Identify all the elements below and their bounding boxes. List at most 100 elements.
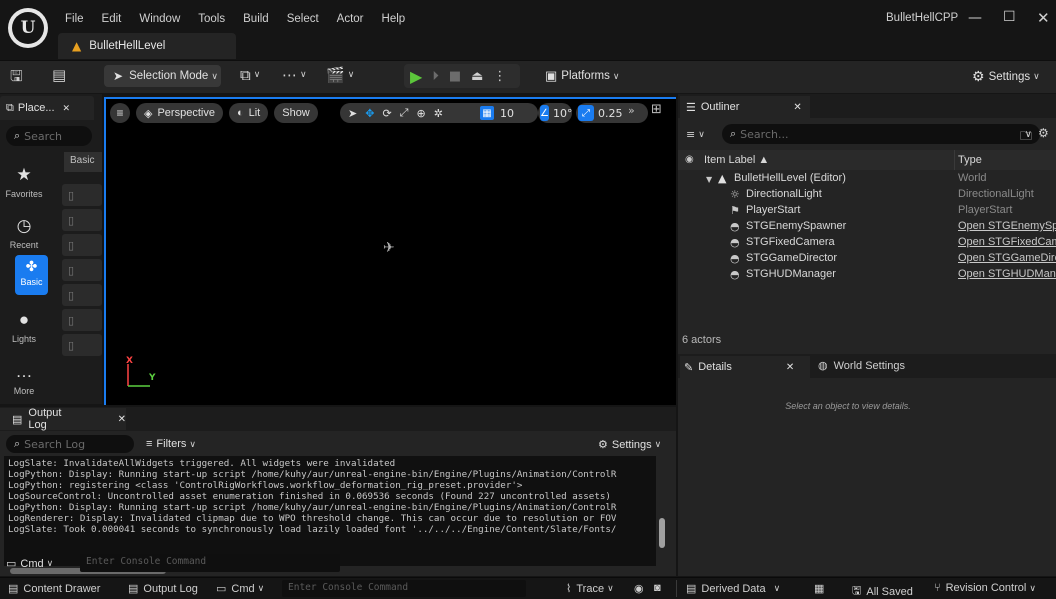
- show-button[interactable]: Show: [274, 103, 318, 123]
- derived-data-button[interactable]: ▤ Derived Data ∨: [686, 582, 780, 596]
- eject-icon[interactable]: ⏏: [471, 69, 483, 84]
- column-type[interactable]: Type: [958, 154, 982, 166]
- unsaved-indicator-icon[interactable]: ▦: [814, 582, 824, 595]
- revision-control-button[interactable]: ⑂ Revision Control ∨: [934, 582, 1036, 594]
- settings-button[interactable]: ⚙ Settings ∨: [972, 68, 1040, 85]
- trace-button[interactable]: ⌇ Trace ∨: [566, 582, 614, 596]
- menu-select[interactable]: Select: [287, 13, 319, 25]
- close-tab-icon[interactable]: ✕: [118, 414, 126, 425]
- selection-mode-button[interactable]: ➤ Selection Mode ∨: [104, 65, 221, 87]
- viewport-menu-button[interactable]: ≡: [110, 103, 130, 123]
- surface-snap-icon[interactable]: ✲: [434, 107, 443, 120]
- close-tab-icon[interactable]: ✕: [63, 103, 71, 114]
- maximize-button[interactable]: ☐: [1003, 9, 1016, 25]
- menu-file[interactable]: File: [65, 13, 84, 25]
- basic-item[interactable]: ▯: [62, 309, 102, 331]
- expand-arrow-icon[interactable]: ▼: [706, 175, 712, 184]
- grid-snap-toggle[interactable]: ▦ 10: [474, 103, 538, 123]
- console-command-input[interactable]: Enter Console Command: [80, 554, 340, 572]
- outliner-row[interactable]: ◓ STGGameDirector Open STGGameDire: [678, 252, 1056, 268]
- world-settings-tab[interactable]: ◍ World Settings: [818, 359, 905, 373]
- details-tab[interactable]: ✎ Details ✕: [680, 356, 810, 378]
- category-recent[interactable]: ◷ Recent: [0, 216, 48, 250]
- outliner-row[interactable]: ▼ ▲ BulletHellLevel (Editor) World: [678, 172, 1056, 188]
- category-favorites[interactable]: ★ Favorites: [0, 165, 48, 199]
- outliner-row[interactable]: ◓ STGHUDManager Open STGHUDMana: [678, 268, 1056, 284]
- content-browser-icon[interactable]: ▤: [52, 66, 66, 84]
- translate-tool-icon[interactable]: ✥: [365, 107, 374, 120]
- basic-item[interactable]: ▯: [62, 234, 102, 256]
- close-button[interactable]: ✕: [1037, 9, 1050, 27]
- log-text-area[interactable]: LogSlate: InvalidateAllWidgets triggered…: [4, 456, 656, 566]
- play-options-icon[interactable]: ⋮: [493, 69, 506, 84]
- menu-help[interactable]: Help: [382, 13, 406, 25]
- column-separator[interactable]: [954, 150, 955, 170]
- menu-build[interactable]: Build: [243, 13, 269, 25]
- viewport-layout-icon[interactable]: ⊞: [651, 102, 662, 117]
- play-icon[interactable]: ▶: [410, 67, 422, 86]
- eye-icon[interactable]: ◉: [685, 154, 694, 165]
- output-log-tab[interactable]: ▤ Output Log ✕: [0, 407, 126, 431]
- category-basic[interactable]: ✤ Basic: [15, 255, 48, 295]
- outliner-filter-button[interactable]: ≡ ∨: [686, 128, 705, 141]
- minimize-button[interactable]: —: [968, 10, 982, 26]
- new-folder-icon[interactable]: 🗀: [1020, 127, 1032, 148]
- camera-actor-icon[interactable]: ✈: [383, 240, 395, 256]
- outliner-row[interactable]: ☼ DirectionalLight DirectionalLight: [678, 188, 1056, 204]
- basic-item[interactable]: ▯: [62, 184, 102, 206]
- column-item-label[interactable]: Item Label ▲: [704, 154, 769, 166]
- menu-edit[interactable]: Edit: [102, 13, 122, 25]
- record-icon[interactable]: ◉: [634, 582, 644, 595]
- rotation-snap-toggle[interactable]: ∠ 10°: [538, 103, 572, 123]
- log-vertical-scrollbar[interactable]: [659, 518, 665, 548]
- world-space-icon[interactable]: ⊕: [416, 107, 425, 120]
- menu-actor[interactable]: Actor: [337, 13, 364, 25]
- place-search-input[interactable]: ⌕ Search: [6, 126, 92, 146]
- outliner-row[interactable]: ◓ STGFixedCamera Open STGFixedCam: [678, 236, 1056, 252]
- perspective-button[interactable]: ◈ Perspective: [136, 103, 223, 123]
- statusbar-console-input[interactable]: Enter Console Command: [282, 580, 526, 597]
- place-actors-tab[interactable]: ⧉ Place... ✕: [0, 96, 94, 120]
- stop-icon[interactable]: ■: [449, 69, 461, 84]
- unreal-logo-icon[interactable]: U: [8, 8, 48, 48]
- outliner-item-type-link[interactable]: Open STGHUDMana: [958, 268, 1056, 280]
- gear-icon[interactable]: ⚙: [1038, 126, 1049, 140]
- close-tab-icon[interactable]: ✕: [786, 362, 794, 373]
- outliner-search-input[interactable]: ⌕ Search... ∨: [722, 124, 1040, 144]
- basic-item[interactable]: ▯: [62, 284, 102, 306]
- blueprint-button[interactable]: ⋯ ∨: [282, 66, 307, 84]
- close-tab-icon[interactable]: ✕: [793, 102, 801, 113]
- screenshot-icon[interactable]: ◙: [654, 582, 661, 594]
- outliner-tab[interactable]: ☰ Outliner ✕: [680, 96, 810, 118]
- select-tool-icon[interactable]: ➤: [348, 107, 357, 120]
- scale-tool-icon[interactable]: ⤢: [400, 106, 409, 120]
- cinematics-button[interactable]: 🎬 ∨: [326, 66, 354, 84]
- platforms-button[interactable]: ▣ Platforms ∨: [545, 68, 619, 84]
- cmd-dropdown[interactable]: ▭ Cmd ∨: [6, 557, 53, 571]
- basic-item[interactable]: ▯: [62, 209, 102, 231]
- menu-window[interactable]: Window: [139, 13, 180, 25]
- add-actor-button[interactable]: ⧉ ∨: [240, 66, 260, 84]
- scale-snap-toggle[interactable]: ⤢ 0.25: [576, 103, 648, 123]
- category-lights[interactable]: ● Lights: [0, 310, 48, 344]
- log-settings-button[interactable]: ⚙ Settings ∨: [598, 438, 661, 452]
- all-saved-button[interactable]: 🖫 All Saved: [852, 582, 913, 599]
- basic-item[interactable]: ▯: [62, 259, 102, 281]
- content-drawer-button[interactable]: ▤ Content Drawer: [8, 582, 100, 596]
- output-log-button[interactable]: ▤ Output Log: [128, 582, 198, 596]
- log-search-input[interactable]: ⌕ Search Log: [6, 435, 134, 453]
- category-more[interactable]: … More: [0, 362, 48, 396]
- outliner-item-type-link[interactable]: Open STGFixedCam: [958, 236, 1056, 248]
- level-tab[interactable]: ▲ BulletHellLevel: [58, 33, 236, 59]
- menu-tools[interactable]: Tools: [198, 13, 225, 25]
- outliner-item-type-link[interactable]: Open STGGameDire: [958, 252, 1056, 264]
- log-filters-button[interactable]: ≡ Filters ∨: [146, 438, 196, 450]
- statusbar-cmd-dropdown[interactable]: ▭ Cmd ∨: [216, 582, 264, 596]
- lit-button[interactable]: ◐ Lit: [228, 103, 269, 123]
- outliner-item-type-link[interactable]: Open STGEnemySp: [958, 220, 1056, 232]
- outliner-row[interactable]: ◓ STGEnemySpawner Open STGEnemySp: [678, 220, 1056, 236]
- outliner-row[interactable]: ⚑ PlayerStart PlayerStart: [678, 204, 1056, 220]
- save-icon[interactable]: 🖫: [10, 66, 23, 91]
- step-icon[interactable]: ⏵: [432, 69, 439, 84]
- more-options-icon[interactable]: »: [628, 104, 635, 117]
